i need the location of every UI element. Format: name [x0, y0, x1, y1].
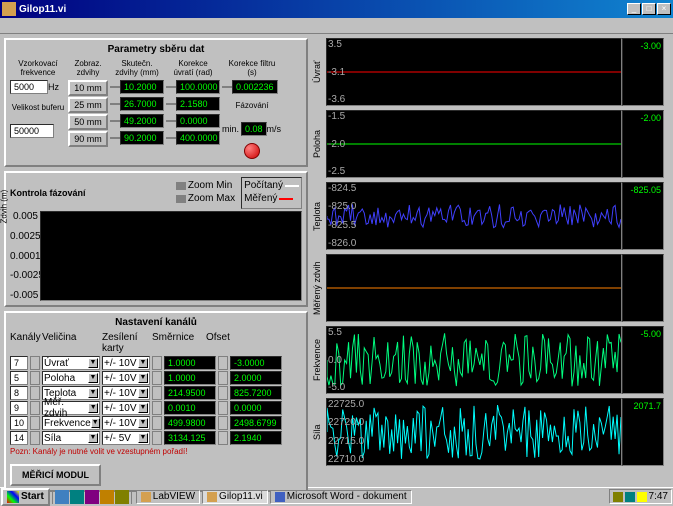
chan-smernice[interactable]: 214.9500: [164, 386, 216, 400]
signal-label: Síla: [312, 398, 326, 466]
chan-ofset[interactable]: 2498.6799: [230, 416, 282, 430]
chan-velicina[interactable]: Frekvence▼: [42, 416, 100, 430]
kor-0[interactable]: 100.0000: [176, 80, 220, 94]
menu-bar: [0, 18, 673, 34]
chan-ofset[interactable]: 0.0000: [230, 401, 282, 415]
channel-row: 10 Frekvence▼ +/- 10V▼ 499.9800 2498.679…: [10, 416, 302, 430]
chan-ofset[interactable]: 825.7200: [230, 386, 282, 400]
chan-num[interactable]: 8: [10, 386, 28, 400]
channel-row: 5 Poloha▼ +/- 10V▼ 1.0000 2.0000: [10, 371, 302, 385]
signal-value: -3.00: [622, 38, 664, 106]
params-panel: Parametry sběru dat Vzorkovací frekvence…: [4, 38, 308, 167]
signal-graph: -1.5-2.0-2.5: [326, 110, 622, 178]
title-bar: Gilop11.vi _ □ ×: [0, 0, 673, 18]
chan-num[interactable]: 9: [10, 401, 28, 415]
fazovani-led: [244, 143, 260, 159]
skut-3[interactable]: 90.2000: [120, 131, 164, 145]
zdvih-btn-25[interactable]: 25 mm: [68, 97, 108, 113]
signal-row-menzdvih: Měřený zdvih: [312, 254, 664, 322]
quick-launch[interactable]: [55, 490, 129, 504]
velikost-label: Velikost buferu: [10, 103, 66, 121]
task-word[interactable]: Microsoft Word - dokument: [270, 490, 412, 504]
chan-num[interactable]: 14: [10, 431, 28, 445]
vzorkovaci-label: Vzorkovací frekvence: [10, 59, 66, 77]
velikost-input[interactable]: [10, 124, 54, 138]
channel-row: 14 Síla▼ +/- 5V▼ 3134.125 2.1940: [10, 431, 302, 445]
chan-velicina[interactable]: Úvrať▼: [42, 356, 100, 370]
chan-ofset[interactable]: -3.0000: [230, 356, 282, 370]
signal-label: Teplota: [312, 182, 326, 250]
chan-velicina[interactable]: Poloha▼: [42, 371, 100, 385]
signal-graph: [326, 254, 622, 322]
signal-label: Měřený zdvih: [312, 254, 326, 322]
window-title: Gilop11.vi: [19, 4, 626, 15]
kor-2[interactable]: 0.0000: [176, 114, 220, 128]
chan-zesileni[interactable]: +/- 10V▼: [102, 371, 150, 385]
signal-row-teplota: Teplota -824.5-825.0-825.5-826.0 -825.05: [312, 182, 664, 250]
chan-smernice[interactable]: 3134.125: [164, 431, 216, 445]
signal-graph: 22725.022720.022715.022710.0: [326, 398, 622, 466]
signal-row-frekvence: Frekvence 5.50.0-5.0 -5.00: [312, 326, 664, 394]
signal-value: -825.05: [622, 182, 664, 250]
channel-row: 7 Úvrať▼ +/- 10V▼ 1.0000 -3.0000: [10, 356, 302, 370]
warning-text: Pozn: Kanály je nutné volit ve vzestupné…: [10, 447, 302, 456]
maximize-button[interactable]: □: [642, 3, 656, 15]
chan-ofset[interactable]: 2.0000: [230, 371, 282, 385]
chan-smernice[interactable]: 0.0010: [164, 401, 216, 415]
korekce-filtru[interactable]: 0.002236: [232, 80, 278, 94]
signal-label: Poloha: [312, 110, 326, 178]
nastaveni-panel: Nastavení kanálů Kanály Veličina Zesílen…: [4, 311, 308, 492]
chan-velicina[interactable]: Síla▼: [42, 431, 100, 445]
chan-velicina[interactable]: Měř. zdvih▼: [42, 401, 100, 415]
chan-zesileni[interactable]: +/- 10V▼: [102, 401, 150, 415]
minimize-button[interactable]: _: [627, 3, 641, 15]
close-button[interactable]: ×: [657, 3, 671, 15]
params-title: Parametry sběru dat: [10, 44, 302, 55]
zdvih-btn-10[interactable]: 10 mm: [68, 80, 108, 96]
vzorkovaci-input[interactable]: [10, 80, 48, 94]
signal-value: -2.00: [622, 110, 664, 178]
chan-smernice[interactable]: 499.9800: [164, 416, 216, 430]
skut-1[interactable]: 26.7000: [120, 97, 164, 111]
chan-smernice[interactable]: 1.0000: [164, 356, 216, 370]
task-labview[interactable]: LabVIEW: [136, 490, 200, 504]
signal-row-vra: Úvrať 3.5-3.1-3.6 -3.00: [312, 38, 664, 106]
fazovani-val[interactable]: 0.08: [241, 122, 267, 136]
signal-value: -5.00: [622, 326, 664, 394]
chan-num[interactable]: 10: [10, 416, 28, 430]
task-gilop[interactable]: Gilop11.vi: [202, 490, 268, 504]
chan-ofset[interactable]: 2.1940: [230, 431, 282, 445]
zdvih-btn-50[interactable]: 50 mm: [68, 114, 108, 130]
zdvih-btn-90[interactable]: 90 mm: [68, 131, 108, 147]
skut-2[interactable]: 49.2000: [120, 114, 164, 128]
signal-value: 2071.7: [622, 398, 664, 466]
chan-zesileni[interactable]: +/- 5V▼: [102, 431, 150, 445]
chan-zesileni[interactable]: +/- 10V▼: [102, 416, 150, 430]
signal-label: Frekvence: [312, 326, 326, 394]
skut-0[interactable]: 10.2000: [120, 80, 164, 94]
signal-row-poloha: Poloha -1.5-2.0-2.5 -2.00: [312, 110, 664, 178]
kor-1[interactable]: 2.1580: [176, 97, 220, 111]
chan-num[interactable]: 7: [10, 356, 28, 370]
kor-3[interactable]: 400.0000: [176, 131, 220, 145]
kontrola-graph: [40, 211, 302, 301]
signal-label: Úvrať: [312, 38, 326, 106]
channel-row: 9 Měř. zdvih▼ +/- 10V▼ 0.0010 0.0000: [10, 401, 302, 415]
chan-num[interactable]: 5: [10, 371, 28, 385]
signal-graph: 5.50.0-5.0: [326, 326, 622, 394]
taskbar: Start LabVIEW Gilop11.vi Microsoft Word …: [0, 487, 673, 505]
system-tray[interactable]: 7:47: [609, 489, 672, 504]
signal-graph: 3.5-3.1-3.6: [326, 38, 622, 106]
signal-value: [622, 254, 664, 322]
merici-modul-button[interactable]: MĚŘICÍ MODUL: [10, 464, 101, 486]
clock: 7:47: [649, 491, 668, 502]
chan-smernice[interactable]: 1.0000: [164, 371, 216, 385]
app-icon: [2, 2, 16, 16]
signal-graph: -824.5-825.0-825.5-826.0: [326, 182, 622, 250]
start-button[interactable]: Start: [1, 488, 50, 506]
chan-zesileni[interactable]: +/- 10V▼: [102, 386, 150, 400]
signal-row-sla: Síla 22725.022720.022715.022710.0 2071.7: [312, 398, 664, 466]
chan-zesileni[interactable]: +/- 10V▼: [102, 356, 150, 370]
kontrola-panel: Kontrola fázování Zoom Min Zoom Max Počí…: [4, 171, 308, 307]
